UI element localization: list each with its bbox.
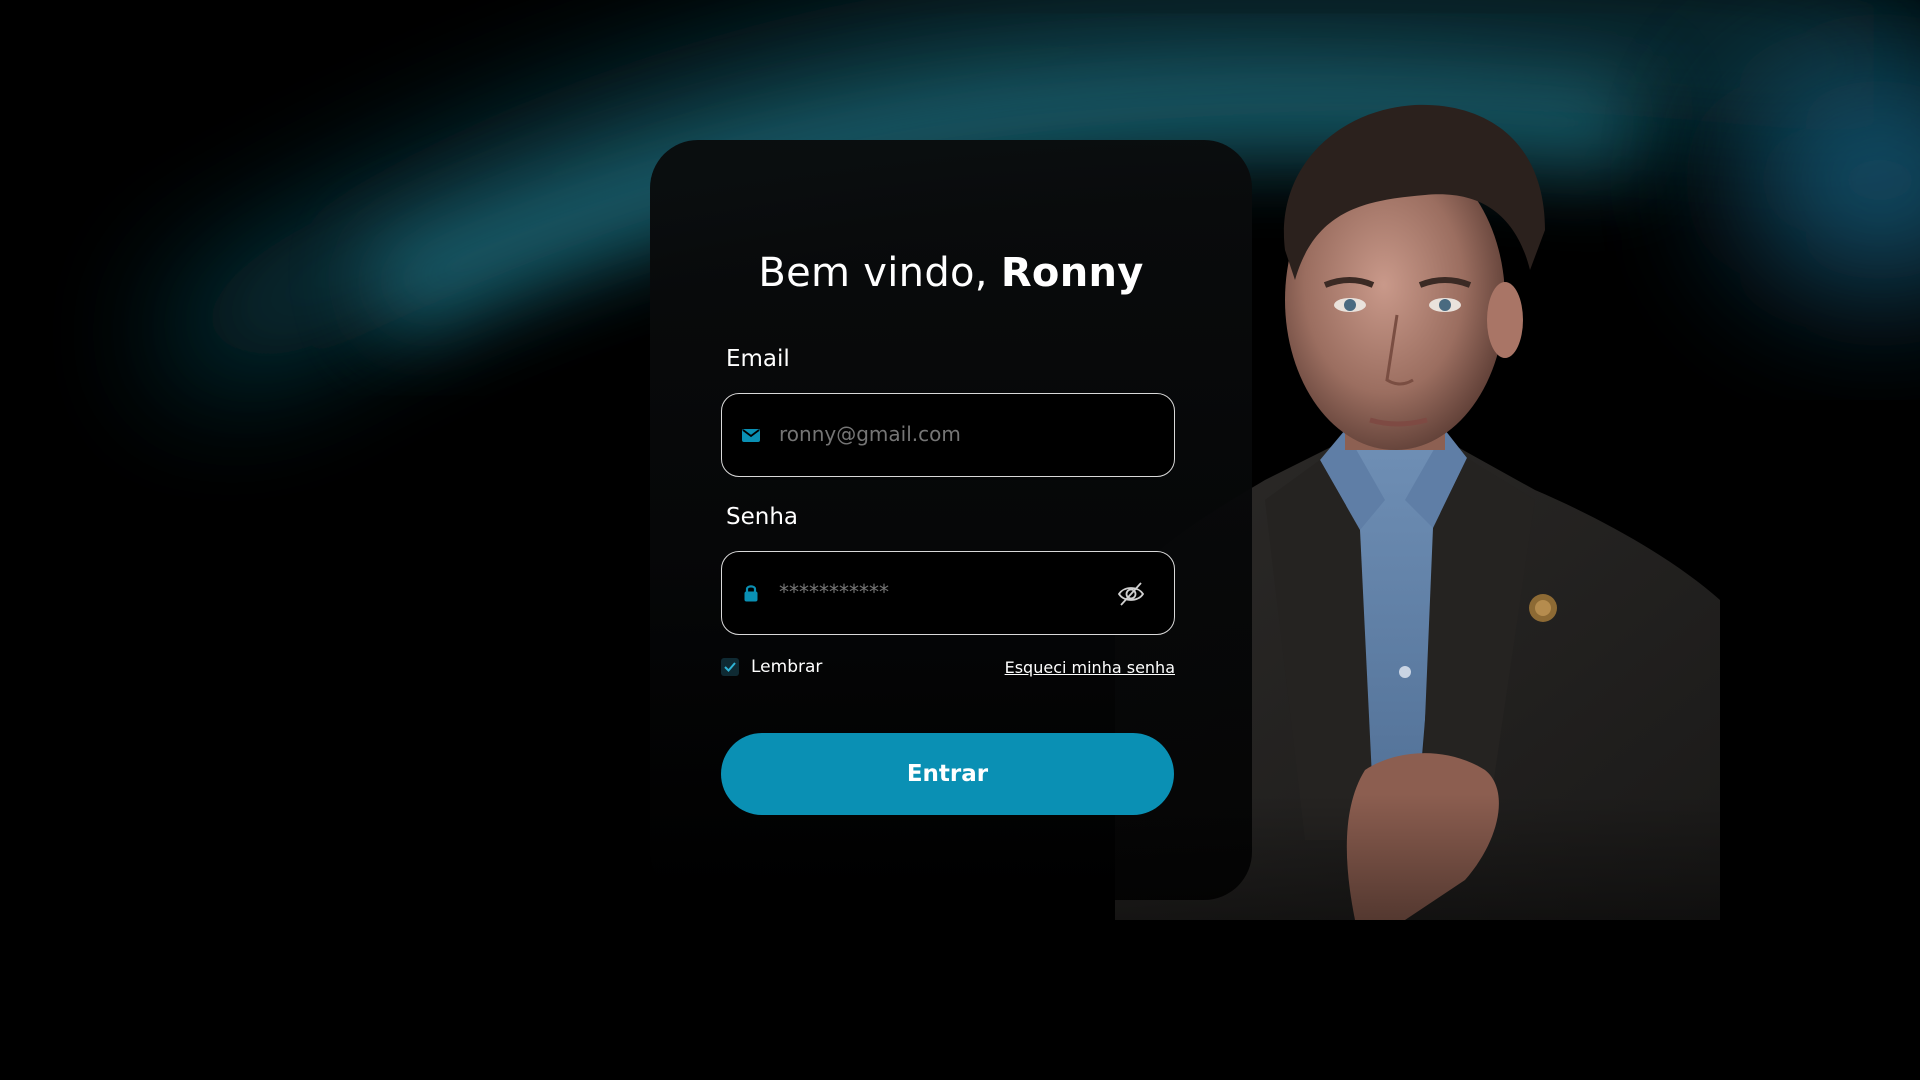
- forgot-password-link[interactable]: Esqueci minha senha: [1005, 658, 1175, 677]
- login-card: Bem vindo, Ronny Email Senha: [650, 140, 1252, 900]
- password-label: Senha: [726, 504, 798, 530]
- email-label: Email: [726, 346, 790, 372]
- remember-label: Lembrar: [751, 657, 823, 677]
- email-input[interactable]: [777, 421, 1121, 447]
- welcome-title: Bem vindo, Ronny: [650, 250, 1252, 296]
- login-page: Bem vindo, Ronny Email Senha: [0, 0, 1920, 1080]
- password-field[interactable]: [721, 551, 1175, 635]
- welcome-prefix: Bem vindo,: [758, 250, 988, 296]
- email-field[interactable]: [721, 393, 1175, 477]
- eye-off-icon[interactable]: [1116, 579, 1146, 609]
- mail-icon: [742, 429, 760, 442]
- check-icon: [724, 662, 736, 672]
- lock-icon: [744, 585, 758, 602]
- user-name: Ronny: [1000, 250, 1144, 296]
- remember-toggle[interactable]: Lembrar: [721, 657, 822, 677]
- remember-checkbox[interactable]: [721, 658, 739, 676]
- login-button[interactable]: Entrar: [721, 733, 1174, 815]
- password-input[interactable]: [777, 579, 1121, 605]
